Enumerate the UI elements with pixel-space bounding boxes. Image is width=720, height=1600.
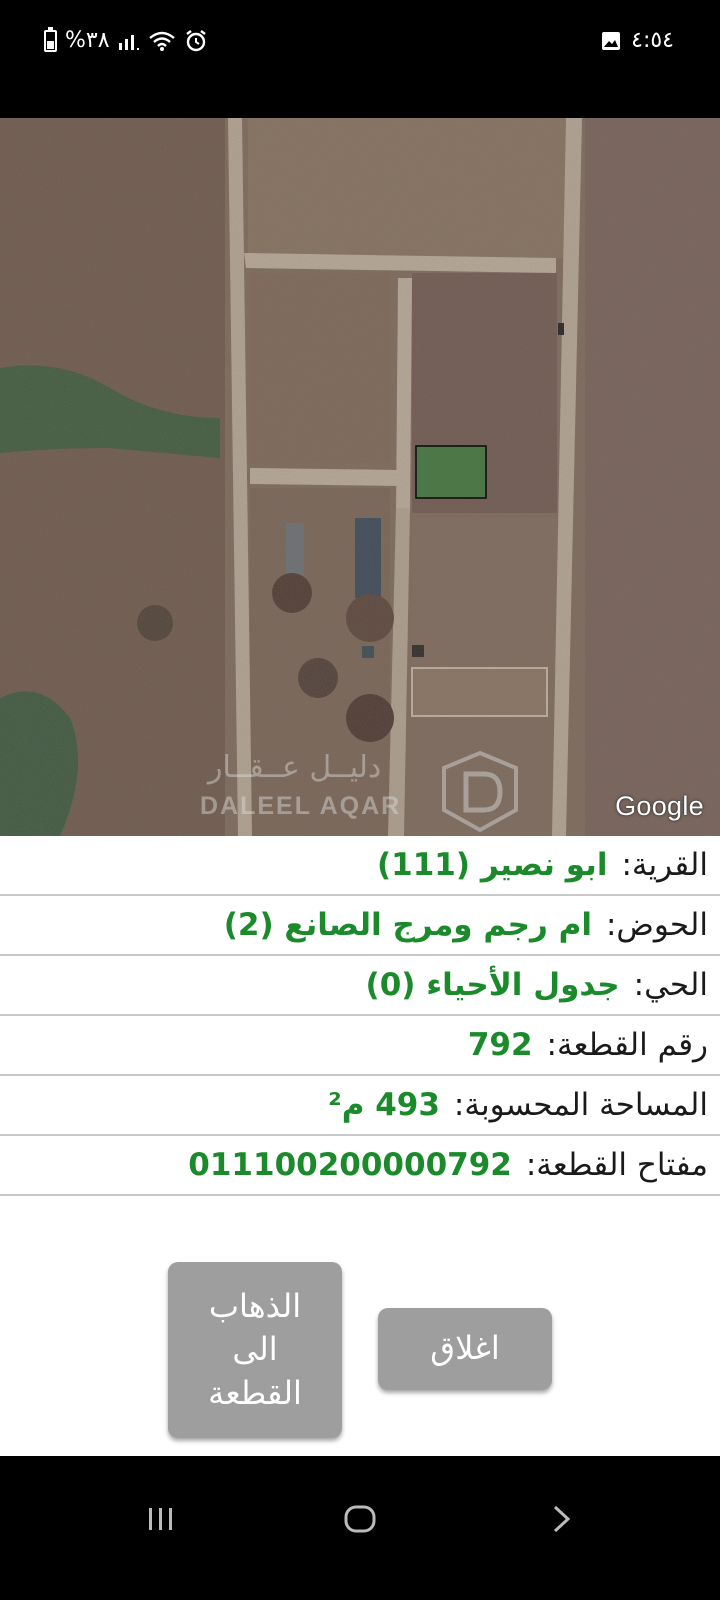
highlighted-plot[interactable] [415, 445, 487, 499]
info-row-village: القرية: ابو نصير (111) [0, 836, 720, 896]
signal-icon [118, 34, 139, 50]
plot-number-label: رقم القطعة: [546, 1027, 708, 1063]
close-button[interactable]: اغلاق [378, 1308, 552, 1390]
gallery-icon [602, 31, 621, 50]
village-label: القرية: [621, 847, 708, 883]
basin-value: ام رجم ومرج الصانع (2) [223, 907, 592, 943]
info-row-plot-key: مفتاح القطعة: 011100200000792 [0, 1136, 720, 1196]
plot-key-label: مفتاح القطعة: [525, 1147, 708, 1183]
action-buttons: الذهاب الى القطعة اغلاق [0, 1262, 720, 1444]
info-row-basin: الحوض: ام رجم ومرج الصانع (2) [0, 896, 720, 956]
plot-key-value: 011100200000792 [188, 1147, 512, 1183]
watermark-arabic: دليــل عــقــار [208, 750, 382, 785]
battery-percent: %٣٨ [65, 28, 110, 53]
system-navbar [0, 1456, 720, 1600]
back-icon[interactable] [550, 1504, 574, 1534]
area-label: المساحة المحسوبة: [453, 1087, 708, 1123]
clock: ٤:٥٤ [631, 28, 674, 53]
basin-label: الحوض: [605, 907, 708, 943]
info-row-area: المساحة المحسوبة: 493 م² [0, 1076, 720, 1136]
battery-icon [44, 26, 57, 52]
neighborhood-value: جدول الأحياء (0) [365, 967, 620, 1003]
area-value: 493 م² [328, 1087, 440, 1123]
go-to-plot-button[interactable]: الذهاب الى القطعة [168, 1262, 342, 1438]
google-attribution: Google [615, 791, 704, 821]
wifi-icon [148, 31, 175, 51]
map-imagery [0, 118, 720, 836]
watermark-english: DALEEL AQAR [200, 792, 402, 820]
status-right: ٤:٥٤ [601, 28, 674, 53]
home-icon[interactable] [343, 1504, 377, 1534]
village-value: ابو نصير (111) [376, 847, 608, 883]
recent-apps-icon[interactable] [146, 1504, 176, 1534]
status-left: %٣٨ [44, 26, 208, 53]
info-row-plot-number: رقم القطعة: 792 [0, 1016, 720, 1076]
plot-info-panel: القرية: ابو نصير (111) الحوض: ام رجم ومر… [0, 836, 720, 1456]
watermark: دليــل عــقــار DALEEL AQAR [198, 748, 528, 836]
watermark-logo-icon [442, 750, 518, 833]
plot-number-value: 792 [467, 1027, 533, 1063]
alarm-icon [185, 29, 206, 51]
neighborhood-label: الحي: [633, 967, 708, 1003]
satellite-map[interactable]: دليــل عــقــار DALEEL AQAR Google [0, 118, 720, 836]
status-bar: %٣٨ ٤:٥٤ [0, 0, 720, 84]
info-row-neighborhood: الحي: جدول الأحياء (0) [0, 956, 720, 1016]
